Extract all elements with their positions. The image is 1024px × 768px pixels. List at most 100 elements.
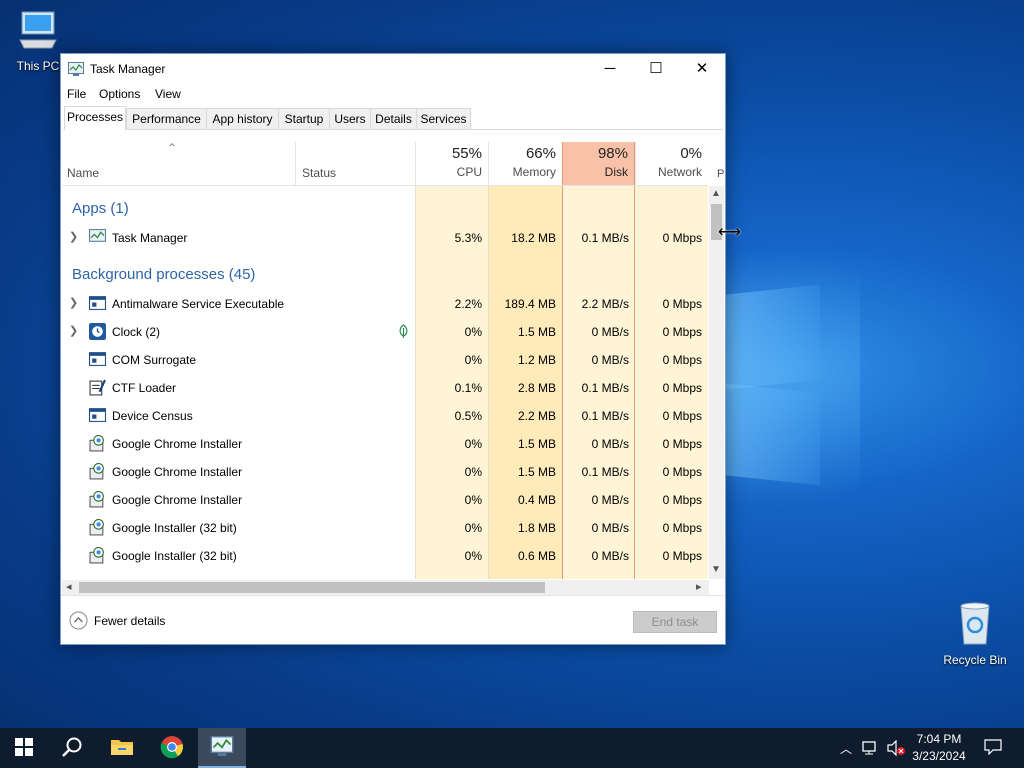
column-status: Status	[302, 166, 337, 180]
network-value: 0 Mbps	[662, 437, 702, 451]
desktop-icon-recycle-bin[interactable]: Recycle Bin	[940, 600, 1010, 667]
group-label: Background processes (45)	[72, 266, 256, 283]
memory-label: Memory	[512, 165, 556, 179]
disk-value: 0 MB/s	[591, 549, 629, 563]
process-row[interactable]: COM Surrogate 0% 1.2 MB 0 MB/s 0 Mbps	[62, 346, 708, 374]
start-icon	[15, 737, 33, 759]
tab-users[interactable]: Users	[329, 108, 371, 129]
cpu-value: 0%	[464, 353, 482, 367]
process-row[interactable]: Google Chrome Installer 0% 1.5 MB 0 MB/s…	[62, 430, 708, 458]
network-status-icon[interactable]	[858, 728, 882, 768]
taskbar-task-manager[interactable]	[198, 728, 246, 768]
tab-processes[interactable]: Processes	[64, 106, 126, 130]
recycle-bin-icon	[940, 600, 1010, 649]
scroll-right-icon[interactable]: ▸	[696, 580, 702, 593]
minimize-button[interactable]: ─	[587, 54, 633, 84]
vertical-scrollbar[interactable]: ▲ ▼	[709, 186, 724, 579]
disk-value: 0.1 MB/s	[581, 409, 629, 423]
chevron-up-circle-icon[interactable]	[69, 611, 88, 633]
task-manager-icon	[89, 229, 106, 246]
suspended-leaf-icon	[398, 324, 409, 342]
chevron-right-icon[interactable]: ❯	[69, 324, 78, 337]
fewer-details-link[interactable]: Fewer details	[94, 614, 165, 628]
process-row[interactable]: Device Census 0.5% 2.2 MB 0.1 MB/s 0 Mbp…	[62, 402, 708, 430]
desktop-icon-label: Recycle Bin	[943, 653, 1007, 667]
horizontal-scroll-thumb[interactable]	[79, 582, 545, 593]
tray-overflow-chevron-icon[interactable]: ︿	[836, 728, 856, 768]
tab-performance[interactable]: Performance	[126, 108, 207, 129]
process-name: Clock (2)	[112, 325, 161, 339]
desktop-light-beam	[720, 284, 820, 391]
column-network-header[interactable]: 0% Network	[635, 142, 708, 185]
network-value: 0 Mbps	[662, 297, 702, 311]
taskbar-chrome[interactable]	[148, 728, 196, 768]
process-name: Device Census	[112, 409, 193, 423]
column-cpu-header[interactable]: 55% CPU	[415, 142, 488, 185]
ctf-loader-icon	[89, 379, 106, 396]
group-header-apps[interactable]: Apps (1)	[62, 192, 708, 224]
clock-date: 3/23/2024	[912, 749, 966, 763]
clock-time: 7:04 PM	[916, 732, 962, 746]
chrome-icon	[160, 735, 184, 762]
chevron-right-icon[interactable]: ❯	[69, 230, 78, 243]
horizontal-scrollbar[interactable]: ◂ ▸	[62, 580, 709, 595]
taskbar-file-explorer[interactable]	[98, 728, 146, 768]
search-button[interactable]	[48, 728, 96, 768]
cpu-value: 5.3%	[454, 231, 482, 245]
column-power-partial[interactable]: P	[717, 168, 724, 180]
disk-value: 0.1 MB/s	[581, 381, 629, 395]
clock-icon	[89, 323, 106, 340]
close-button[interactable]: ✕	[679, 54, 725, 84]
network-value: 0 Mbps	[662, 381, 702, 395]
process-row[interactable]: Google Installer (32 bit) 0% 1.8 MB 0 MB…	[62, 514, 708, 542]
cpu-value: 0%	[464, 465, 482, 479]
group-header-background[interactable]: Background processes (45)	[62, 258, 708, 290]
title-bar[interactable]: Task Manager ─ ☐ ✕	[61, 54, 725, 84]
network-value: 0 Mbps	[662, 325, 702, 339]
tab-services[interactable]: Services	[416, 108, 471, 129]
disk-value: 0.1 MB/s	[581, 231, 629, 245]
process-row[interactable]: Google Chrome Installer 0% 0.4 MB 0 MB/s…	[62, 486, 708, 514]
maximize-button[interactable]: ☐	[633, 54, 679, 84]
column-disk-header[interactable]: 98% Disk	[562, 142, 635, 185]
menu-view[interactable]: View	[155, 87, 181, 101]
tab-app-history[interactable]: App history	[206, 108, 279, 129]
chevron-right-icon[interactable]: ❯	[69, 296, 78, 309]
scroll-up-icon[interactable]: ▲	[711, 188, 721, 199]
column-header-row: ⌃ Name Status 55% CPU 66% Memory 98% Dis…	[62, 141, 724, 186]
column-memory-header[interactable]: 66% Memory	[488, 142, 562, 185]
tab-details[interactable]: Details	[370, 108, 417, 129]
menu-options[interactable]: Options	[99, 87, 140, 101]
computer-icon	[3, 8, 73, 55]
cpu-value: 0%	[464, 493, 482, 507]
process-row[interactable]: Google Chrome Installer 0% 1.5 MB 0.1 MB…	[62, 458, 708, 486]
service-window-icon	[89, 351, 106, 368]
network-value: 0 Mbps	[662, 465, 702, 479]
column-name[interactable]: Name	[67, 166, 99, 180]
process-name: COM Surrogate	[112, 353, 197, 367]
memory-value: 1.5 MB	[517, 325, 556, 339]
scroll-left-icon[interactable]: ◂	[66, 580, 72, 593]
process-name: Google Chrome Installer	[112, 465, 243, 479]
process-row[interactable]: ❯ Clock (2) 0% 1.5 MB 0 MB/s 0 Mbps	[62, 318, 708, 346]
search-icon	[61, 736, 83, 761]
end-task-button[interactable]: End task	[633, 611, 717, 633]
cpu-value: 0%	[464, 325, 482, 339]
network-total: 0%	[680, 145, 702, 162]
notifications-button[interactable]	[978, 728, 1008, 768]
taskbar-clock[interactable]: 7:04 PM 3/23/2024	[900, 731, 978, 765]
start-button[interactable]	[0, 728, 48, 768]
process-row[interactable]: ❯ Antimalware Service Executable 2.2% 18…	[62, 290, 708, 318]
task-manager-icon	[210, 735, 234, 759]
process-row-task-manager[interactable]: ❯ Task Manager 5.3% 18.2 MB 0.1 MB/s 0 M…	[62, 224, 708, 252]
menu-file[interactable]: File	[67, 87, 86, 101]
installer-icon	[89, 519, 106, 536]
process-row[interactable]: CTF Loader 0.1% 2.8 MB 0.1 MB/s 0 Mbps	[62, 374, 708, 402]
scroll-down-icon[interactable]: ▼	[711, 564, 721, 575]
task-manager-window: Task Manager ─ ☐ ✕ File Options View Pro…	[60, 53, 726, 645]
service-window-icon	[89, 407, 106, 424]
tab-startup[interactable]: Startup	[278, 108, 330, 129]
column-status-header[interactable]: Status	[295, 142, 415, 185]
process-row[interactable]: Google Installer (32 bit) 0% 0.6 MB 0 MB…	[62, 542, 708, 570]
cpu-value: 0.5%	[454, 409, 482, 423]
